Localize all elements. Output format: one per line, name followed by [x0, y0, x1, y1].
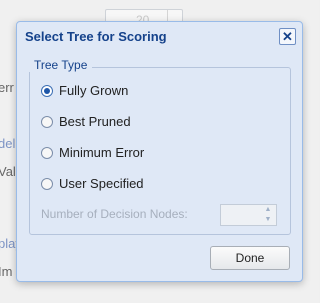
- option-user-specified[interactable]: User Specified: [41, 176, 144, 191]
- option-label: Fully Grown: [59, 83, 129, 98]
- decision-nodes-label: Number of Decision Nodes:: [41, 207, 188, 221]
- done-button-label: Done: [235, 251, 265, 265]
- background-label-err: err: [0, 80, 14, 95]
- close-icon: ✕: [282, 29, 293, 44]
- radio-minimum-error[interactable]: [41, 146, 53, 159]
- select-tree-dialog: Select Tree for Scoring ✕ Tree Type Full…: [16, 21, 303, 282]
- option-minimum-error[interactable]: Minimum Error: [41, 145, 144, 160]
- option-fully-grown[interactable]: Fully Grown: [41, 83, 128, 98]
- background-label-im: Im: [0, 264, 13, 279]
- option-label: Best Pruned: [59, 114, 131, 129]
- tree-type-legend: Tree Type: [29, 58, 93, 72]
- close-button[interactable]: ✕: [279, 28, 296, 45]
- chevron-down-icon[interactable]: ▼: [265, 215, 272, 225]
- decision-nodes-spinner[interactable]: ▲ ▼: [220, 204, 277, 226]
- done-button[interactable]: Done: [210, 246, 290, 270]
- option-best-pruned[interactable]: Best Pruned: [41, 114, 131, 129]
- background-label-del: del: [0, 136, 16, 151]
- option-label: Minimum Error: [59, 145, 145, 160]
- radio-best-pruned[interactable]: [41, 115, 53, 128]
- spinner-buttons: ▲ ▼: [260, 205, 276, 225]
- option-label: User Specified: [59, 176, 144, 191]
- radio-user-specified[interactable]: [41, 177, 53, 190]
- radio-fully-grown[interactable]: [41, 84, 53, 97]
- dialog-title: Select Tree for Scoring: [25, 29, 167, 44]
- chevron-up-icon[interactable]: ▲: [265, 205, 272, 215]
